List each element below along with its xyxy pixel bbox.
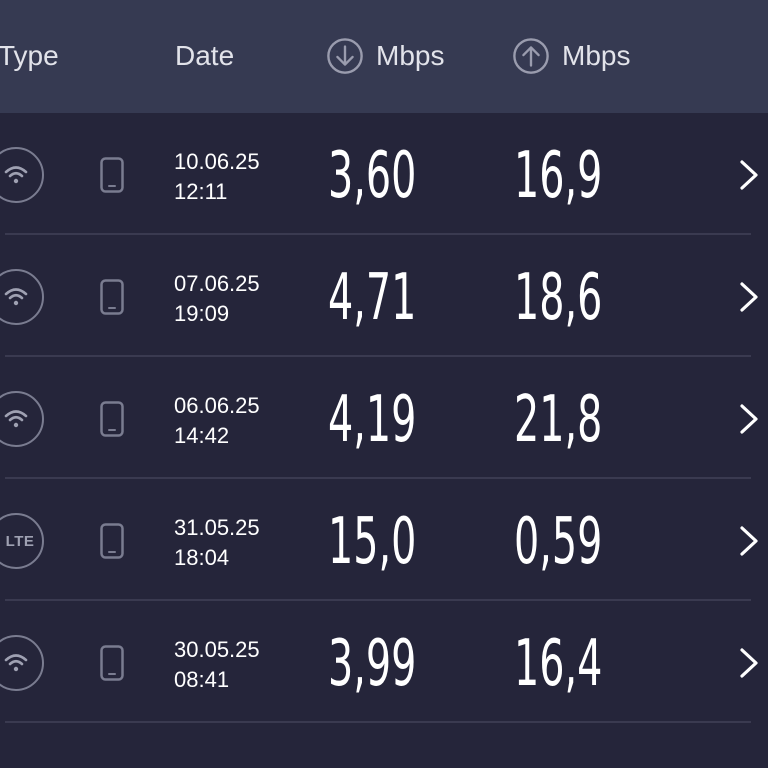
download-speed: 4,71 [328,261,417,335]
wifi-badge [0,269,44,325]
wifi-icon [4,410,28,428]
chevron-right-icon[interactable] [738,646,760,680]
lte-badge: LTE [0,513,44,569]
arrow-down-circle-icon [327,38,363,74]
result-time: 18:04 [174,545,230,570]
phone-icon [100,645,124,681]
download-speed: 4,19 [328,383,417,457]
result-row[interactable]: 07.06.25 19:09 4,71 18,6 [0,235,768,357]
header-date-label: Date [175,40,235,71]
result-time: 12:11 [174,179,228,204]
phone-icon [100,157,124,193]
header-type[interactable]: Type [0,36,59,76]
wifi-icon [4,654,28,672]
upload-speed: 21,8 [514,383,603,457]
result-time: 19:09 [174,301,230,326]
row-divider [5,721,751,723]
phone-icon [100,523,124,559]
upload-speed: 18,6 [514,261,603,335]
header-type-label: Type [0,40,59,71]
result-date: 10.06.25 [174,149,260,174]
download-speed: 15,0 [328,505,417,579]
result-date: 06.06.25 [174,393,260,418]
wifi-icon [4,288,28,306]
header-date[interactable]: Date [175,36,234,76]
result-row[interactable]: LTE 31.05.25 18:04 15,0 0,59 [0,479,768,601]
result-datetime: 10.06.25 12:11 [174,147,260,207]
result-datetime: 31.05.25 18:04 [174,513,260,573]
results-header: Type Date Mbps Mbps [0,0,768,113]
wifi-badge [0,147,44,203]
result-date: 07.06.25 [174,271,260,296]
result-row[interactable]: 30.05.25 08:41 3,99 16,4 [0,601,768,723]
result-date: 30.05.25 [174,637,260,662]
header-upload-label: Mbps [562,40,631,71]
result-time: 14:42 [174,423,230,448]
upload-speed: 16,4 [514,627,603,701]
phone-icon [100,401,124,437]
result-row[interactable]: 06.06.25 14:42 4,19 21,8 [0,357,768,479]
result-date: 31.05.25 [174,515,260,540]
header-upload[interactable]: Mbps [512,36,630,76]
result-datetime: 30.05.25 08:41 [174,635,260,695]
wifi-icon [4,166,28,184]
header-download-label: Mbps [376,40,445,71]
download-speed: 3,60 [328,139,417,213]
wifi-badge [0,391,44,447]
result-datetime: 07.06.25 19:09 [174,269,260,329]
result-datetime: 06.06.25 14:42 [174,391,260,451]
chevron-right-icon[interactable] [738,158,760,192]
upload-speed: 0,59 [514,505,603,579]
lte-label: LTE [5,532,35,550]
header-download[interactable]: Mbps [326,36,444,76]
upload-speed: 16,9 [514,139,603,213]
chevron-right-icon[interactable] [738,280,760,314]
download-speed: 3,99 [328,627,417,701]
chevron-right-icon[interactable] [738,524,760,558]
result-time: 08:41 [174,667,230,692]
arrow-up-circle-icon [513,38,549,74]
result-row[interactable]: 10.06.25 12:11 3,60 16,9 [0,113,768,235]
chevron-right-icon[interactable] [738,402,760,436]
wifi-badge [0,635,44,691]
phone-icon [100,279,124,315]
